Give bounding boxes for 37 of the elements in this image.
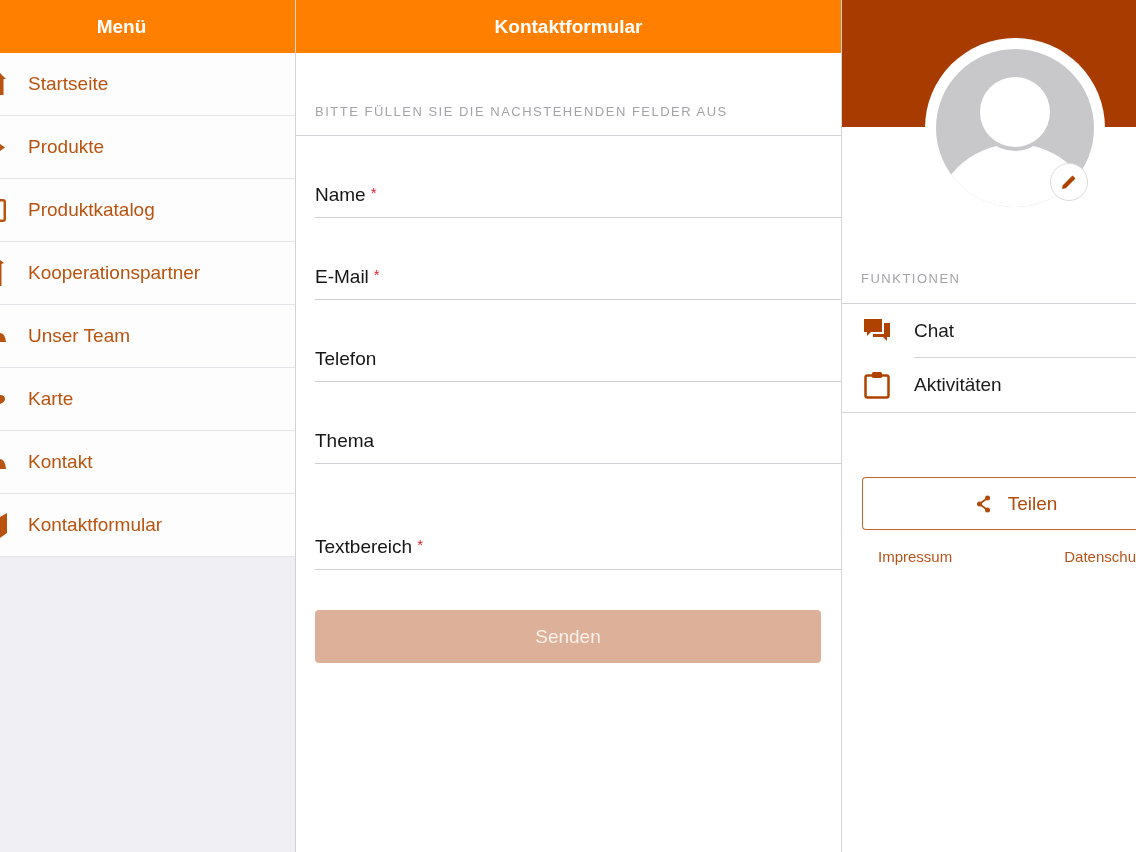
cropped-icon <box>0 512 7 538</box>
menu-item[interactable]: Startseite <box>0 53 295 116</box>
menu-item[interactable]: Unser Team <box>0 305 295 368</box>
share-icon <box>976 494 990 513</box>
menu-item[interactable]: Karte <box>0 368 295 431</box>
pencil-icon <box>1060 173 1078 191</box>
cropped-icon <box>0 260 5 286</box>
field-label: E-Mail $^{*}$ <box>315 265 380 288</box>
text-area-field[interactable]: Textbereich $^{*}$ <box>315 464 841 570</box>
cropped-icon <box>0 73 6 95</box>
field-label: Thema <box>315 430 375 452</box>
cropped-icon <box>0 330 6 342</box>
menu-item[interactable]: Kooperationspartner <box>0 242 295 305</box>
function-item[interactable]: Chat <box>842 304 1136 358</box>
menu-item[interactable]: Produktkatalog <box>0 179 295 242</box>
cropped-icon <box>0 143 5 151</box>
input-field[interactable]: E-Mail $^{*}$ <box>315 218 841 300</box>
section-caption: BITTE FÜLLEN SIE DIE NACHSTEHENDEN FELDER AUS <box>315 104 728 119</box>
cropped-icon <box>0 198 6 222</box>
field-label: Textbereich $^{*}$ <box>315 535 423 558</box>
header-title: Kontaktformular <box>494 15 643 38</box>
field-label: Name $^{*}$ <box>315 183 377 206</box>
header-title: Menü <box>96 15 147 38</box>
menu-item[interactable]: Kontakt <box>0 431 295 494</box>
footer-link[interactable]: Datenschu <box>1064 548 1136 566</box>
menu-item[interactable]: Kontaktformular <box>0 494 295 557</box>
section-caption: FUNKTIONEN <box>861 271 961 286</box>
input-field[interactable]: Thema <box>315 382 841 464</box>
input-field[interactable]: Telefon <box>315 300 841 382</box>
function-item[interactable]: Aktivitäten <box>842 358 1136 412</box>
field-label: Telefon <box>315 348 377 370</box>
footer-link[interactable]: Impressum <box>878 548 953 566</box>
share-button[interactable]: Teilen <box>862 477 1136 530</box>
clipboard-icon <box>863 371 891 399</box>
cropped-icon <box>0 394 5 404</box>
menu-item[interactable]: Produkte <box>0 116 295 179</box>
input-field[interactable]: Name $^{*}$ <box>315 136 841 218</box>
